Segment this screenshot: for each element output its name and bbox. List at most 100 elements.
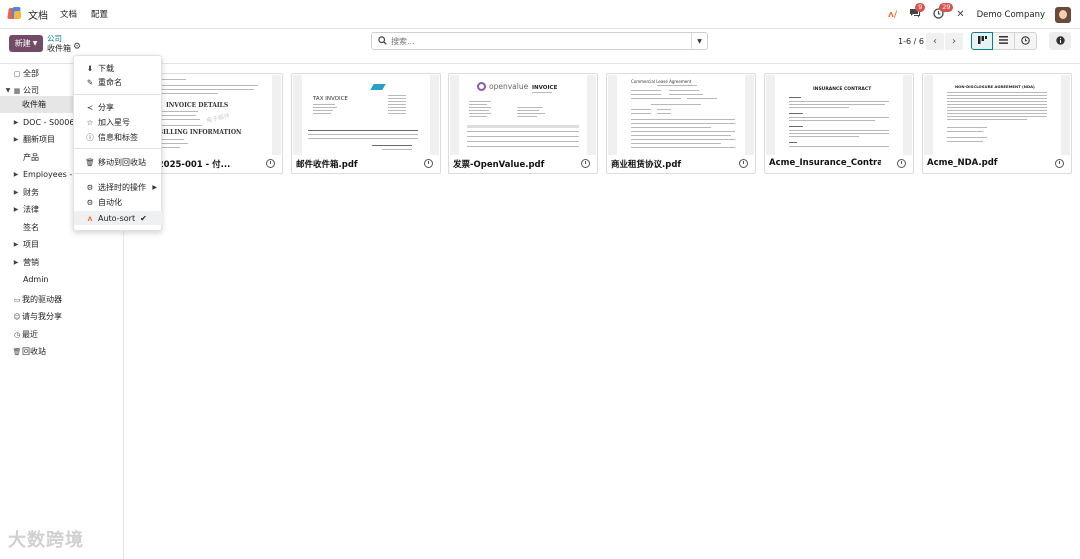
info-tags-menu-item[interactable]: ⓘ 信息和标签	[74, 130, 162, 144]
document-name[interactable]: 邮件收件箱.pdf	[296, 158, 408, 170]
sidebar-item-label: 全部	[23, 69, 39, 78]
chat-icon[interactable]: 9	[909, 3, 926, 21]
ai-icon[interactable]: ᴧ/	[888, 10, 897, 20]
share-menu-item[interactable]: ≺ 分享	[74, 100, 162, 114]
sidebar-item-label: 收件箱	[22, 100, 46, 109]
main-menu: 文档 配置	[60, 8, 122, 20]
company-switch-icon[interactable]: ✕	[956, 9, 964, 20]
on-select-actions-menu-item[interactable]: ⚙ 选择时的操作 ▶	[74, 180, 162, 194]
caret-right-icon[interactable]: ▶	[12, 136, 20, 143]
sidebar-item-shared-with-me[interactable]: ☺ 请与我分享	[0, 308, 123, 325]
document-card[interactable]: openvalue INVOICE 发票-OpenValue.pdf	[448, 73, 598, 174]
document-thumbnail: Commercial Lease Agreement	[617, 75, 745, 155]
app-title[interactable]: 文档	[28, 7, 48, 22]
document-card[interactable]: NON-DISCLOSURE AGREEMENT (NDA) Acme_NDA.…	[922, 73, 1072, 174]
documents-app-logo[interactable]	[7, 7, 22, 21]
document-thumbnail: INVOICE DETAILS 电子邮件 BILLING INFORMATION	[144, 75, 272, 155]
menu-configuration[interactable]: 配置	[91, 8, 108, 20]
search-options-toggle[interactable]: ▼	[691, 33, 707, 49]
menu-documents[interactable]: 文档	[60, 8, 77, 20]
activity-badge: 29	[939, 2, 954, 12]
automation-menu-item[interactable]: ⚙ 自动化	[74, 195, 162, 209]
chevron-left-icon: ‹	[933, 36, 937, 47]
sidebar-item-label: 签名	[23, 223, 39, 232]
search-icon	[378, 35, 387, 47]
rename-menu-item[interactable]: ✎ 重命名	[74, 75, 162, 89]
sidebar-item-admin[interactable]: Admin	[0, 271, 123, 288]
caret-right-icon[interactable]: ▶	[12, 259, 20, 266]
top-navbar: 文档 文档 配置 ᴧ/ 9 29 ✕ Demo Company	[0, 0, 1080, 29]
list-view-button[interactable]	[993, 32, 1015, 50]
star-menu-item[interactable]: ☆ 加入星号	[74, 115, 162, 129]
gear-icon[interactable]: ⚙	[73, 42, 81, 52]
sidebar-item-label: 我的驱动器	[22, 295, 62, 304]
thumb-tax-invoice: TAX INVOICE	[313, 96, 348, 102]
menu-divider	[74, 148, 162, 149]
sidebar-item-projects[interactable]: ▶ 项目	[0, 236, 123, 253]
sidebar-item-label: 法律	[23, 205, 39, 214]
move-to-trash-menu-item[interactable]: 🗑 移动到回收站	[74, 155, 162, 169]
watermark-text: 大数跨境	[8, 530, 84, 551]
building-icon: ▦	[13, 86, 21, 95]
gear-icon: ⚙	[86, 197, 94, 207]
ai-icon: ᴧ	[87, 213, 93, 223]
clock-icon[interactable]	[739, 159, 748, 168]
sidebar-item-trash[interactable]: 🗑 回收站	[0, 343, 123, 360]
sidebar-item-label: DOC - S00060	[23, 118, 80, 127]
pager-next-button[interactable]: ›	[945, 33, 963, 50]
user-avatar[interactable]	[1055, 6, 1071, 23]
caret-right-icon[interactable]: ▶	[12, 189, 20, 196]
document-name[interactable]: 商业租赁协议.pdf	[611, 158, 723, 170]
document-name[interactable]: Acme_Insurance_Contra...	[769, 158, 881, 168]
clock-icon[interactable]	[581, 159, 590, 168]
thumb-lease-title: Commercial Lease Agreement	[631, 79, 692, 84]
caret-right-icon: ▶	[152, 183, 157, 191]
info-icon	[1055, 35, 1065, 47]
document-card[interactable]: TAX INVOICE 邮件收件箱.pdf	[291, 73, 441, 174]
folder-actions-dropdown: ⬇ 下载 ✎ 重命名 ≺ 分享 ☆ 加入星号 ⓘ 信息和标签 🗑 移动到回收站 ⚙ 选择时的操…	[73, 55, 162, 231]
sidebar-item-label: 项目	[23, 240, 39, 249]
breadcrumb-current: 收件箱	[47, 44, 71, 53]
sidebar-item-label: 请与我分享	[22, 312, 62, 321]
document-card[interactable]: Commercial Lease Agreement 商业租赁协议.pdf	[606, 73, 756, 174]
kanban-view-button[interactable]	[971, 32, 993, 50]
caret-down-icon[interactable]: ▼	[4, 87, 12, 94]
hdd-icon: ▭	[13, 295, 21, 304]
clock-icon: ◷	[13, 330, 21, 339]
search-bar: ▼	[371, 32, 708, 50]
pager-value[interactable]: 1-6 / 6	[898, 37, 924, 46]
sidebar-item-label: 最近	[22, 330, 38, 339]
document-name[interactable]: 发票-OpenValue.pdf	[453, 158, 565, 170]
download-menu-item[interactable]: ⬇ 下载	[74, 61, 162, 75]
menu-item-label: 下载	[98, 63, 114, 73]
sidebar-item-my-drive[interactable]: ▭ 我的驱动器	[0, 291, 123, 308]
kanban-icon	[977, 36, 987, 46]
chat-badge: 9	[915, 3, 926, 12]
sidebar-item-marketing[interactable]: ▶ 营销	[0, 254, 123, 271]
clock-icon[interactable]	[424, 159, 433, 168]
company-name[interactable]: Demo Company	[977, 10, 1045, 20]
details-panel-button[interactable]	[1049, 32, 1071, 50]
list-icon	[999, 36, 1008, 46]
caret-right-icon[interactable]: ▶	[12, 206, 20, 213]
sidebar-item-recent[interactable]: ◷ 最近	[0, 326, 123, 343]
trash-icon: 🗑	[12, 347, 22, 356]
download-icon: ⬇	[86, 63, 94, 73]
caret-right-icon[interactable]: ▶	[12, 171, 20, 178]
caret-right-icon[interactable]: ▶	[12, 119, 20, 126]
caret-right-icon[interactable]: ▶	[12, 241, 20, 248]
document-card[interactable]: INSURANCE CONTRACT Acme_Insurance_Contra…	[764, 73, 914, 174]
pager-previous-button[interactable]: ‹	[926, 33, 944, 50]
activity-view-button[interactable]	[1015, 32, 1037, 50]
menu-item-label: 重命名	[98, 77, 122, 87]
menu-item-label: 加入星号	[98, 117, 130, 127]
activity-clock-icon[interactable]: 29	[933, 2, 954, 22]
sidebar-item-label: 公司	[23, 86, 39, 95]
auto-sort-menu-item[interactable]: ᴧ Auto-sort ✔	[74, 211, 162, 225]
new-button[interactable]: 新建 ▼	[9, 35, 43, 52]
clock-icon[interactable]	[897, 159, 906, 168]
clock-icon[interactable]	[1055, 159, 1064, 168]
search-input[interactable]	[391, 36, 691, 46]
document-name[interactable]: Acme_NDA.pdf	[927, 158, 1039, 168]
clock-icon[interactable]	[266, 159, 275, 168]
